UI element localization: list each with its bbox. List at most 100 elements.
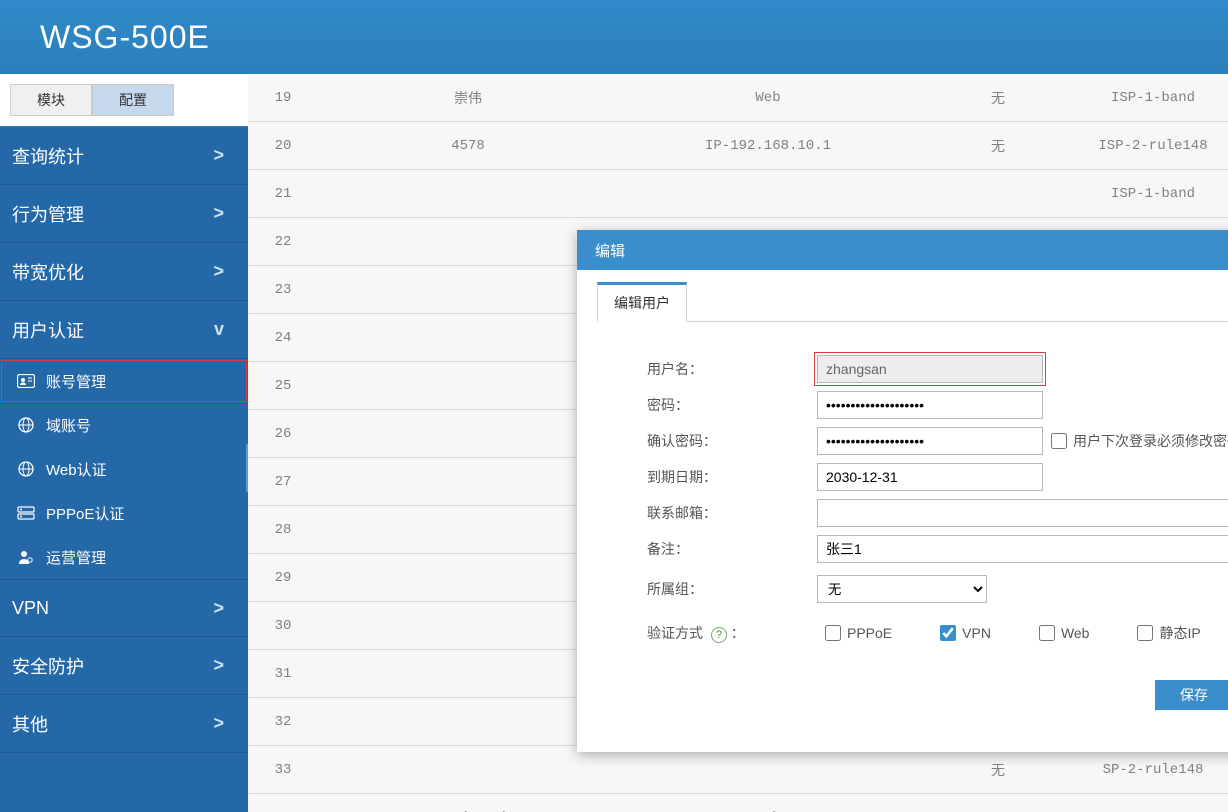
group-select[interactable]: 无 <box>817 575 987 603</box>
nav-label: 查询统计 <box>12 143 84 169</box>
sidebar-item-domain-account[interactable]: 域账号 <box>0 403 248 447</box>
nav-user-auth[interactable]: 用户认证 v <box>0 301 248 359</box>
cell-index: 22 <box>248 234 318 250</box>
tab-edit-user[interactable]: 编辑用户 <box>597 282 687 322</box>
cell-index: 29 <box>248 570 318 586</box>
nav-label: VPN <box>12 598 49 619</box>
vpn-checkbox[interactable] <box>940 625 956 641</box>
cell-name: 崇伟 <box>318 88 618 108</box>
vpn-label: VPN <box>962 625 991 641</box>
nav-other[interactable]: 其他 > <box>0 695 248 753</box>
sidebar-item-account-mgmt[interactable]: 账号管理 <box>0 359 248 403</box>
cell-group: 无 <box>918 760 1078 780</box>
cell-index: 28 <box>248 522 318 538</box>
nav-sub-label: Web认证 <box>46 459 107 480</box>
label-group: 所属组： <box>647 579 817 599</box>
table-row[interactable]: 21 ISP-1-band <box>248 170 1228 218</box>
cell-ip: Web <box>618 90 918 106</box>
nav-behavior-mgmt[interactable]: 行为管理 > <box>0 185 248 243</box>
auth-static-ip-option[interactable]: 静态IP <box>1137 623 1200 643</box>
cell-group: 无 <box>918 136 1078 156</box>
cell-index: 19 <box>248 90 318 106</box>
label-auth-method: 验证方式 ? ： <box>647 623 817 643</box>
remark-input[interactable] <box>817 535 1228 563</box>
cell-group: 无 <box>918 808 1078 812</box>
sidebar: 模块 配置 查询统计 > 行为管理 > 带宽优化 > 用户认证 v <box>0 74 248 812</box>
pppoe-checkbox[interactable] <box>825 625 841 641</box>
nav-security[interactable]: 安全防护 > <box>0 637 248 695</box>
cell-index: 23 <box>248 282 318 298</box>
table-row[interactable]: 19崇伟Web无ISP-1-band <box>248 74 1228 122</box>
globe-icon <box>16 415 36 435</box>
chevron-right-icon: > <box>213 655 224 676</box>
cell-index: 30 <box>248 618 318 634</box>
table-row[interactable]: 33 无SP-2-rule148 <box>248 746 1228 794</box>
cell-group: 无 <box>918 88 1078 108</box>
chevron-right-icon: > <box>213 261 224 282</box>
web-label: Web <box>1061 625 1090 641</box>
cell-index: 27 <box>248 474 318 490</box>
tab-module[interactable]: 模块 <box>10 84 92 116</box>
help-icon[interactable]: ? <box>711 627 727 643</box>
nav-label: 安全防护 <box>12 653 84 679</box>
sidebar-tabs: 模块 配置 <box>0 74 248 116</box>
label-confirm-password: 确认密码： <box>647 431 817 451</box>
auth-pppoe-option[interactable]: PPPoE <box>825 625 892 641</box>
cell-index: 31 <box>248 666 318 682</box>
app-header: WSG-500E <box>0 0 1228 74</box>
cell-rule: ISP-1-band <box>1078 90 1228 106</box>
nav-label: 行为管理 <box>12 201 84 227</box>
modal-header[interactable]: 编辑 × <box>577 230 1228 270</box>
password-input[interactable] <box>817 391 1043 419</box>
label-remark: 备注： <box>647 539 817 559</box>
nav-vpn[interactable]: VPN > <box>0 579 248 637</box>
cell-rule: ISP-1-band <box>1078 186 1228 202</box>
email-input[interactable] <box>817 499 1228 527</box>
chevron-right-icon: > <box>213 203 224 224</box>
username-input[interactable] <box>817 355 1043 383</box>
must-change-password-label: 用户下次登录必须修改密码 <box>1073 431 1228 451</box>
nav-bandwidth-opt[interactable]: 带宽优化 > <box>0 243 248 301</box>
nav-sub-label: 运营管理 <box>46 547 106 568</box>
id-card-icon <box>16 371 36 391</box>
edit-modal: 编辑 × 编辑用户 用户名： 密码： 确认密码 <box>577 230 1228 752</box>
app-title: WSG-500E <box>40 19 210 56</box>
save-button[interactable]: 保存 <box>1155 680 1228 710</box>
sidebar-item-pppoe-auth[interactable]: PPPoE认证 <box>0 491 248 535</box>
must-change-password-option[interactable]: 用户下次登录必须修改密码 <box>1051 431 1228 451</box>
modal-title: 编辑 <box>595 240 625 261</box>
cell-name: 4578 <box>318 138 618 154</box>
chevron-down-icon: v <box>214 319 224 340</box>
nav-label: 用户认证 <box>12 317 84 343</box>
modal-tabs: 编辑用户 <box>597 282 1228 322</box>
web-checkbox[interactable] <box>1039 625 1055 641</box>
chevron-right-icon: > <box>213 145 224 166</box>
chevron-right-icon: > <box>213 713 224 734</box>
static-ip-checkbox[interactable] <box>1137 625 1153 641</box>
confirm-password-input[interactable] <box>817 427 1043 455</box>
cell-ip: IP-192.168.10.1 <box>618 138 918 154</box>
sidebar-item-web-auth[interactable]: Web认证 <box>0 447 248 491</box>
tab-config[interactable]: 配置 <box>92 84 174 116</box>
nav-sub-label: PPPoE认证 <box>46 503 124 524</box>
table-row[interactable]: 34testboundWeb无 <box>248 794 1228 812</box>
cell-rule: SP-2-rule148 <box>1078 762 1228 778</box>
sidebar-item-ops-mgmt[interactable]: 运营管理 <box>0 535 248 579</box>
cell-index: 20 <box>248 138 318 154</box>
cell-index: 21 <box>248 186 318 202</box>
pppoe-label: PPPoE <box>847 625 892 641</box>
must-change-password-checkbox[interactable] <box>1051 433 1067 449</box>
auth-vpn-option[interactable]: VPN <box>940 625 991 641</box>
table-row[interactable]: 204578IP-192.168.10.1无ISP-2-rule148 <box>248 122 1228 170</box>
cell-rule: ISP-2-rule148 <box>1078 138 1228 154</box>
nav-label: 其他 <box>12 711 48 737</box>
cell-index: 25 <box>248 378 318 394</box>
auth-web-option[interactable]: Web <box>1039 625 1090 641</box>
cell-index: 33 <box>248 762 318 778</box>
cell-index: 26 <box>248 426 318 442</box>
main-content: 19崇伟Web无ISP-1-band204578IP-192.168.10.1无… <box>248 74 1228 812</box>
globe-icon <box>16 459 36 479</box>
sidebar-tabs-spacer <box>0 116 248 126</box>
expire-date-input[interactable] <box>817 463 1043 491</box>
nav-query-stats[interactable]: 查询统计 > <box>0 127 248 185</box>
